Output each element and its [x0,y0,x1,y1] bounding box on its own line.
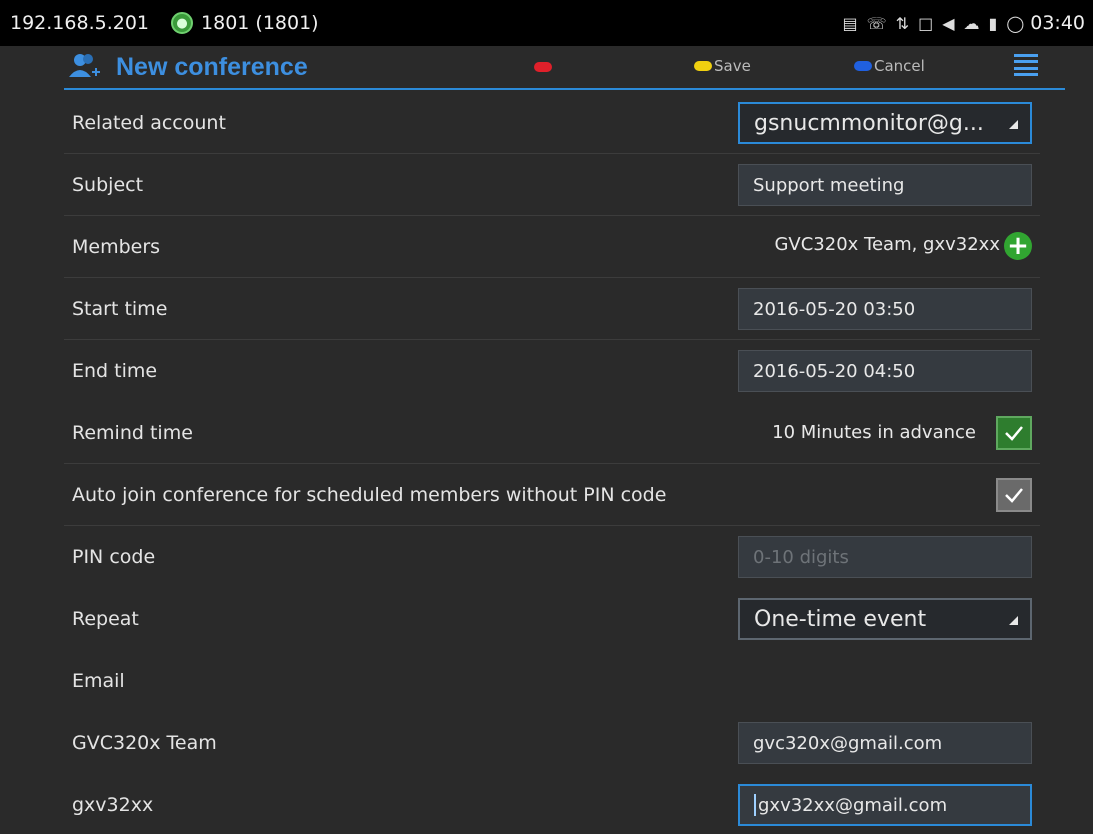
subject-input[interactable]: Support meeting [738,164,1032,206]
email-row: Email [64,650,1040,712]
action-bar: New conference Save Cancel [64,46,1065,90]
sync-icon: ⇅ [895,13,910,33]
related-account-value: gsnucmmonitor@g... [754,110,984,136]
account-number: 1801 (1801) [201,12,319,34]
account-icon: ● [171,12,194,34]
end-time-input[interactable]: 2016-05-20 04:50 [738,350,1032,392]
repeat-value: One-time event [754,606,927,632]
email-value: gvc320x@gmail.com [753,732,943,754]
related-account-row: Related account gsnucmmonitor@g... [64,92,1040,154]
ip-address: 192.168.5.201 [10,12,150,34]
end-time-row: End time 2016-05-20 04:50 [64,340,1040,402]
end-time-label: End time [72,360,158,382]
checkmark-icon [1005,426,1023,441]
battery-icon: ▮ [988,13,998,33]
blue-key-icon [854,61,872,71]
email-contact-label: gxv32xx [72,794,154,816]
pin-code-label: PIN code [72,546,156,568]
start-time-input[interactable]: 2016-05-20 03:50 [738,288,1032,330]
lock-icon: □ [918,13,934,33]
email-input-gvc320x[interactable]: gvc320x@gmail.com [738,722,1032,764]
pin-code-row: PIN code 0-10 digits [64,526,1040,588]
repeat-row: Repeat One-time event [64,588,1040,650]
call-icon: ☏ [866,13,887,33]
checkmark-icon [1005,488,1023,503]
cancel-button[interactable]: Cancel [854,57,925,75]
subject-value: Support meeting [753,174,905,196]
pin-code-placeholder: 0-10 digits [753,546,849,568]
conference-icon [69,54,100,77]
email-row-gxv32xx: gxv32xx gxv32xx@gmail.com [64,774,1040,834]
email-label: Email [72,670,125,692]
refresh-icon: ◯ [1006,13,1025,33]
auto-join-label: Auto join conference for scheduled membe… [72,483,667,506]
repeat-label: Repeat [72,608,139,630]
screen-icon: ▤ [842,13,858,33]
yellow-key-icon [694,61,712,71]
members-value[interactable]: GVC320x Team, gxv32xx [774,234,1000,255]
repeat-select[interactable]: One-time event [738,598,1032,640]
subject-row: Subject Support meeting [64,154,1040,216]
auto-join-checkbox[interactable] [996,478,1032,512]
status-bar: 192.168.5.201 ● 1801 (1801) ▤ ☏ ⇅ □ ◀ ☁ … [0,0,1093,46]
email-row-gvc320x: GVC320x Team gvc320x@gmail.com [64,712,1040,774]
clock: 03:40 [1030,12,1085,34]
start-time-label: Start time [72,297,168,320]
email-value: gxv32xx@gmail.com [758,794,948,816]
subject-label: Subject [72,173,144,196]
dropdown-arrow-icon [1009,120,1018,129]
text-caret [754,794,756,816]
save-button[interactable]: Save [694,57,751,75]
end-time-value: 2016-05-20 04:50 [753,360,916,382]
save-label: Save [714,57,751,75]
page-title: New conference [116,52,308,81]
delete-button[interactable] [534,62,552,72]
email-input-gxv32xx[interactable]: gxv32xx@gmail.com [738,784,1032,826]
remind-time-row: Remind time 10 Minutes in advance [64,402,1040,464]
add-member-icon[interactable]: + [1004,232,1032,260]
members-row: Members GVC320x Team, gxv32xx + [64,216,1040,278]
cloud-icon: ☁ [963,13,980,33]
remind-time-value[interactable]: 10 Minutes in advance [772,422,976,443]
pin-code-input[interactable]: 0-10 digits [738,536,1032,578]
status-icons: ▤ ☏ ⇅ □ ◀ ☁ ▮ ◯ [843,14,1025,33]
members-label: Members [72,235,161,258]
conference-form: Related account gsnucmmonitor@g... Subje… [64,92,1040,834]
dropdown-arrow-icon [1009,616,1018,625]
remind-time-label: Remind time [72,421,193,444]
related-account-select[interactable]: gsnucmmonitor@g... [738,102,1032,144]
remind-time-checkbox[interactable] [996,416,1032,450]
auto-join-row: Auto join conference for scheduled membe… [64,464,1040,526]
volume-icon: ◀ [942,13,955,33]
cancel-label: Cancel [874,57,925,75]
email-contact-label: GVC320x Team [72,732,217,754]
start-time-row: Start time 2016-05-20 03:50 [64,278,1040,340]
start-time-value: 2016-05-20 03:50 [753,298,916,320]
related-account-label: Related account [72,111,226,134]
menu-icon[interactable] [1014,54,1038,76]
